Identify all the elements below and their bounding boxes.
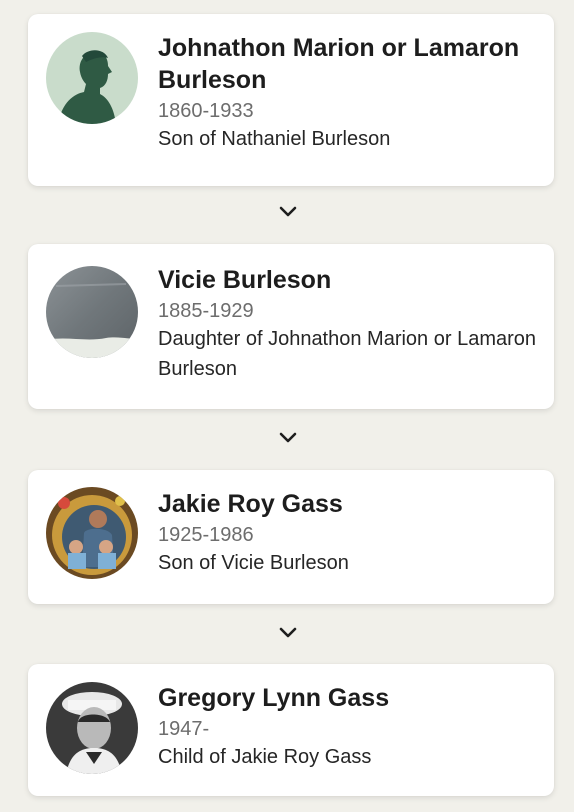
- person-years: 1925-1986: [158, 524, 254, 546]
- person-name[interactable]: Gregory Lynn Gass: [158, 682, 536, 714]
- portrait-photo-icon: [46, 682, 138, 774]
- person-card-johnathon[interactable]: Johnathon Marion or Lamaron Burleson 186…: [28, 14, 554, 186]
- person-years: 1885-1929: [158, 300, 254, 322]
- family-photo-icon: [46, 487, 138, 579]
- person-relation: Son of Vicie Burleson: [158, 552, 349, 574]
- person-relation: Child of Jakie Roy Gass: [158, 746, 372, 768]
- person-card-gregory[interactable]: Gregory Lynn Gass 1947- Child of Jakie R…: [28, 664, 554, 796]
- person-years: 1860-1933: [158, 100, 254, 122]
- person-name[interactable]: Vicie Burleson: [158, 264, 536, 296]
- chevron-down-icon: [279, 627, 297, 639]
- silhouette-avatar-icon: [46, 32, 138, 124]
- chevron-down-icon: [279, 206, 297, 218]
- person-relation: Son of Nathaniel Burleson: [158, 128, 391, 150]
- person-years: 1947-: [158, 718, 210, 740]
- person-relation: Daughter of Johnathon Marion or Lamaron …: [158, 328, 537, 380]
- person-card-vicie[interactable]: Vicie Burleson 1885-1929 Daughter of Joh…: [28, 244, 554, 409]
- gravestone-photo-icon: [46, 266, 138, 358]
- chevron-down-icon: [279, 432, 297, 444]
- person-name[interactable]: Jakie Roy Gass: [158, 488, 536, 520]
- person-card-jakie[interactable]: Jakie Roy Gass 1925-1986 Son of Vicie Bu…: [28, 470, 554, 604]
- person-name[interactable]: Johnathon Marion or Lamaron Burleson: [158, 32, 536, 96]
